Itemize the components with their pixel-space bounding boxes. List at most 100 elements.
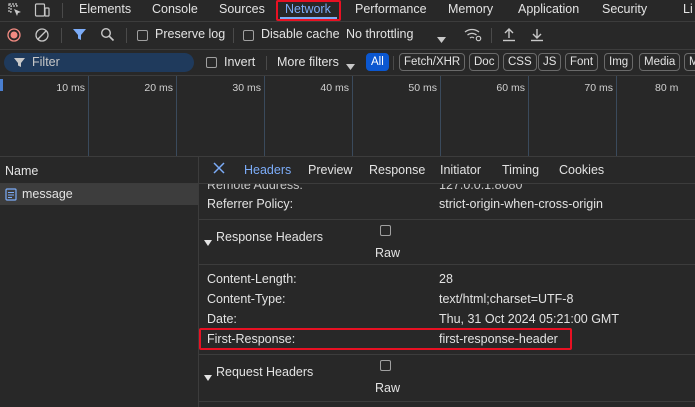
timeline-tick-label: 80 m	[655, 82, 679, 94]
timeline-tick-label: 50 ms	[408, 82, 437, 94]
more-filters-button[interactable]: More filters	[277, 55, 339, 69]
section-divider	[199, 219, 695, 220]
tab-network[interactable]: Network	[276, 0, 341, 21]
inspect-element-icon[interactable]	[7, 2, 23, 18]
timeline-handle[interactable]	[0, 79, 3, 91]
filter-placeholder: Filter	[32, 55, 60, 69]
request-list-header: Name	[0, 157, 198, 184]
tab-console[interactable]: Console	[152, 0, 198, 21]
tab-performance[interactable]: Performance	[355, 0, 427, 21]
device-toolbar-icon[interactable]	[34, 2, 50, 18]
filter-type-fetch-xhr[interactable]: Fetch/XHR	[399, 53, 466, 71]
timeline-gridline	[88, 76, 89, 156]
tab-elements[interactable]: Elements	[79, 0, 131, 21]
import-har-icon[interactable]	[502, 27, 516, 45]
timeline-gridline	[528, 76, 529, 156]
tab-sources[interactable]: Sources	[219, 0, 265, 21]
name-column-header[interactable]: Name	[5, 164, 38, 178]
filter-type-all[interactable]: All	[366, 53, 389, 71]
divider	[61, 28, 62, 43]
section-divider	[199, 264, 695, 265]
export-har-icon[interactable]	[530, 27, 544, 45]
tab-network-label: Network	[285, 2, 331, 16]
response-headers-title[interactable]: Response Headers	[216, 230, 323, 244]
clear-icon[interactable]	[35, 28, 49, 45]
request-row[interactable]: message	[0, 184, 198, 205]
close-icon[interactable]	[213, 162, 225, 177]
header-key: Date:	[207, 312, 237, 326]
tab-application[interactable]: Application	[518, 0, 579, 21]
divider	[233, 28, 234, 43]
referrer-policy-key: Referrer Policy:	[207, 197, 294, 211]
tab-response[interactable]: Response	[369, 163, 425, 177]
chevron-down-icon[interactable]	[437, 32, 446, 46]
preserve-log-checkbox[interactable]	[137, 30, 148, 41]
filter-type-doc[interactable]: Doc	[469, 53, 500, 71]
filter-funnel-icon[interactable]	[72, 27, 87, 45]
request-name: message	[22, 187, 73, 201]
divider	[266, 56, 267, 70]
filter-type-font[interactable]: Font	[565, 53, 599, 71]
tab-preview[interactable]: Preview	[308, 163, 352, 177]
tab-timing[interactable]: Timing	[502, 163, 539, 177]
filter-input[interactable]: Filter	[4, 53, 194, 72]
throttling-select[interactable]: No throttling	[346, 27, 413, 41]
section-divider	[199, 354, 695, 355]
filter-funnel-icon	[13, 56, 26, 72]
filter-type-js[interactable]: JS	[538, 53, 562, 71]
tab-memory[interactable]: Memory	[448, 0, 493, 21]
triangle-down-icon[interactable]	[204, 235, 212, 249]
tab-security[interactable]: Security	[602, 0, 647, 21]
section-divider	[199, 401, 695, 402]
timeline-tick-label: 10 ms	[56, 82, 85, 94]
timeline-overview[interactable]: 10 ms 20 ms 30 ms 40 ms 50 ms 60 ms 70 m…	[0, 76, 695, 157]
tab-cookies[interactable]: Cookies	[559, 163, 604, 177]
triangle-down-icon[interactable]	[204, 370, 212, 384]
network-conditions-icon[interactable]	[464, 27, 482, 45]
header-key: Content-Length:	[207, 272, 297, 286]
timeline-tick-label: 40 ms	[320, 82, 349, 94]
divider	[393, 56, 394, 70]
divider	[126, 28, 127, 43]
filter-type-css[interactable]: CSS	[503, 53, 537, 71]
divider	[491, 28, 492, 43]
raw-checkbox[interactable]	[380, 225, 391, 236]
header-value: 28	[439, 272, 453, 286]
details-tab-bar: Headers Preview Response Initiator Timin…	[199, 157, 695, 184]
active-tab-indicator	[280, 17, 337, 19]
timeline-tick-label: 20 ms	[144, 82, 173, 94]
timeline-tick-label: 30 ms	[232, 82, 261, 94]
devtools-tab-bar: Elements Console Sources Network Perform…	[0, 0, 695, 22]
request-list: Name message	[0, 157, 199, 407]
timeline-gridline	[176, 76, 177, 156]
referrer-policy-value: strict-origin-when-cross-origin	[439, 197, 603, 211]
header-value: text/html;charset=UTF-8	[439, 292, 574, 306]
header-value: first-response-header	[439, 332, 558, 346]
header-key: Content-Type:	[207, 292, 286, 306]
request-headers-title[interactable]: Request Headers	[216, 365, 313, 379]
raw-checkbox[interactable]	[380, 360, 391, 371]
tab-initiator[interactable]: Initiator	[440, 163, 481, 177]
header-key: First-Response:	[207, 332, 296, 346]
timeline-tick-label: 70 ms	[584, 82, 613, 94]
filter-type-manifest[interactable]: M	[684, 53, 695, 71]
invert-label: Invert	[224, 55, 256, 69]
header-value: Thu, 31 Oct 2024 05:21:00 GMT	[439, 312, 619, 326]
invert-checkbox[interactable]	[206, 57, 217, 68]
disable-cache-checkbox[interactable]	[243, 30, 254, 41]
filter-type-img[interactable]: Img	[604, 53, 634, 71]
chevron-down-icon[interactable]	[346, 59, 355, 73]
network-toolbar: Preserve log Disable cache No throttling	[0, 22, 695, 50]
filter-row: Filter Invert More filters All Fetch/XHR…	[0, 50, 695, 76]
tab-lighthouse[interactable]: Li	[683, 0, 693, 21]
tab-headers[interactable]: Headers	[244, 163, 291, 177]
raw-label: Raw	[375, 246, 401, 260]
timeline-gridline	[440, 76, 441, 156]
filter-type-media[interactable]: Media	[639, 53, 681, 71]
record-icon[interactable]	[7, 28, 21, 45]
document-icon	[5, 188, 17, 204]
preserve-log-label: Preserve log	[155, 27, 226, 41]
search-icon[interactable]	[100, 27, 115, 45]
disable-cache-label: Disable cache	[261, 27, 340, 41]
timeline-gridline	[264, 76, 265, 156]
